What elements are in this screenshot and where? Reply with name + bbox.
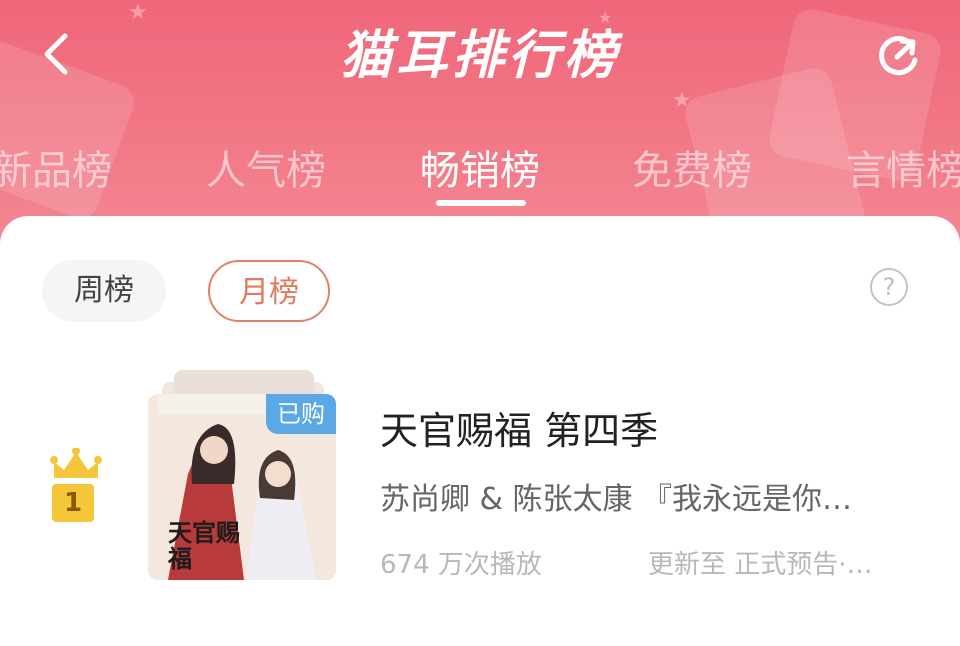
play-count: 674 万次播放: [380, 550, 542, 580]
refresh-button[interactable]: [872, 30, 924, 82]
active-tab-indicator: [436, 200, 526, 206]
tab-romance[interactable]: 言情榜: [846, 140, 960, 202]
purchased-badge: 已购: [266, 394, 336, 434]
page-title: 猫耳排行榜: [339, 26, 620, 86]
cover-stack-shadow: [174, 370, 314, 394]
tab-new[interactable]: 新品榜: [0, 140, 112, 202]
question-circle-icon[interactable]: ?: [870, 268, 908, 306]
rank-number: 1: [52, 484, 94, 522]
update-status: 更新至 正式预告·…: [648, 550, 873, 580]
drama-title[interactable]: 天官赐福 第四季: [380, 400, 658, 455]
cover-title: 天官赐福: [168, 519, 240, 573]
tab-popular[interactable]: 人气榜: [206, 140, 326, 202]
tab-free[interactable]: 免费榜: [632, 140, 752, 202]
drama-cast: 苏尚卿 & 陈张太康 『我永远是你…: [380, 482, 853, 517]
tab-bestseller[interactable]: 畅销榜: [420, 140, 540, 202]
weekly-filter-button[interactable]: 周榜: [42, 260, 166, 322]
monthly-filter-button[interactable]: 月榜: [208, 260, 330, 322]
refresh-icon: [879, 36, 918, 76]
